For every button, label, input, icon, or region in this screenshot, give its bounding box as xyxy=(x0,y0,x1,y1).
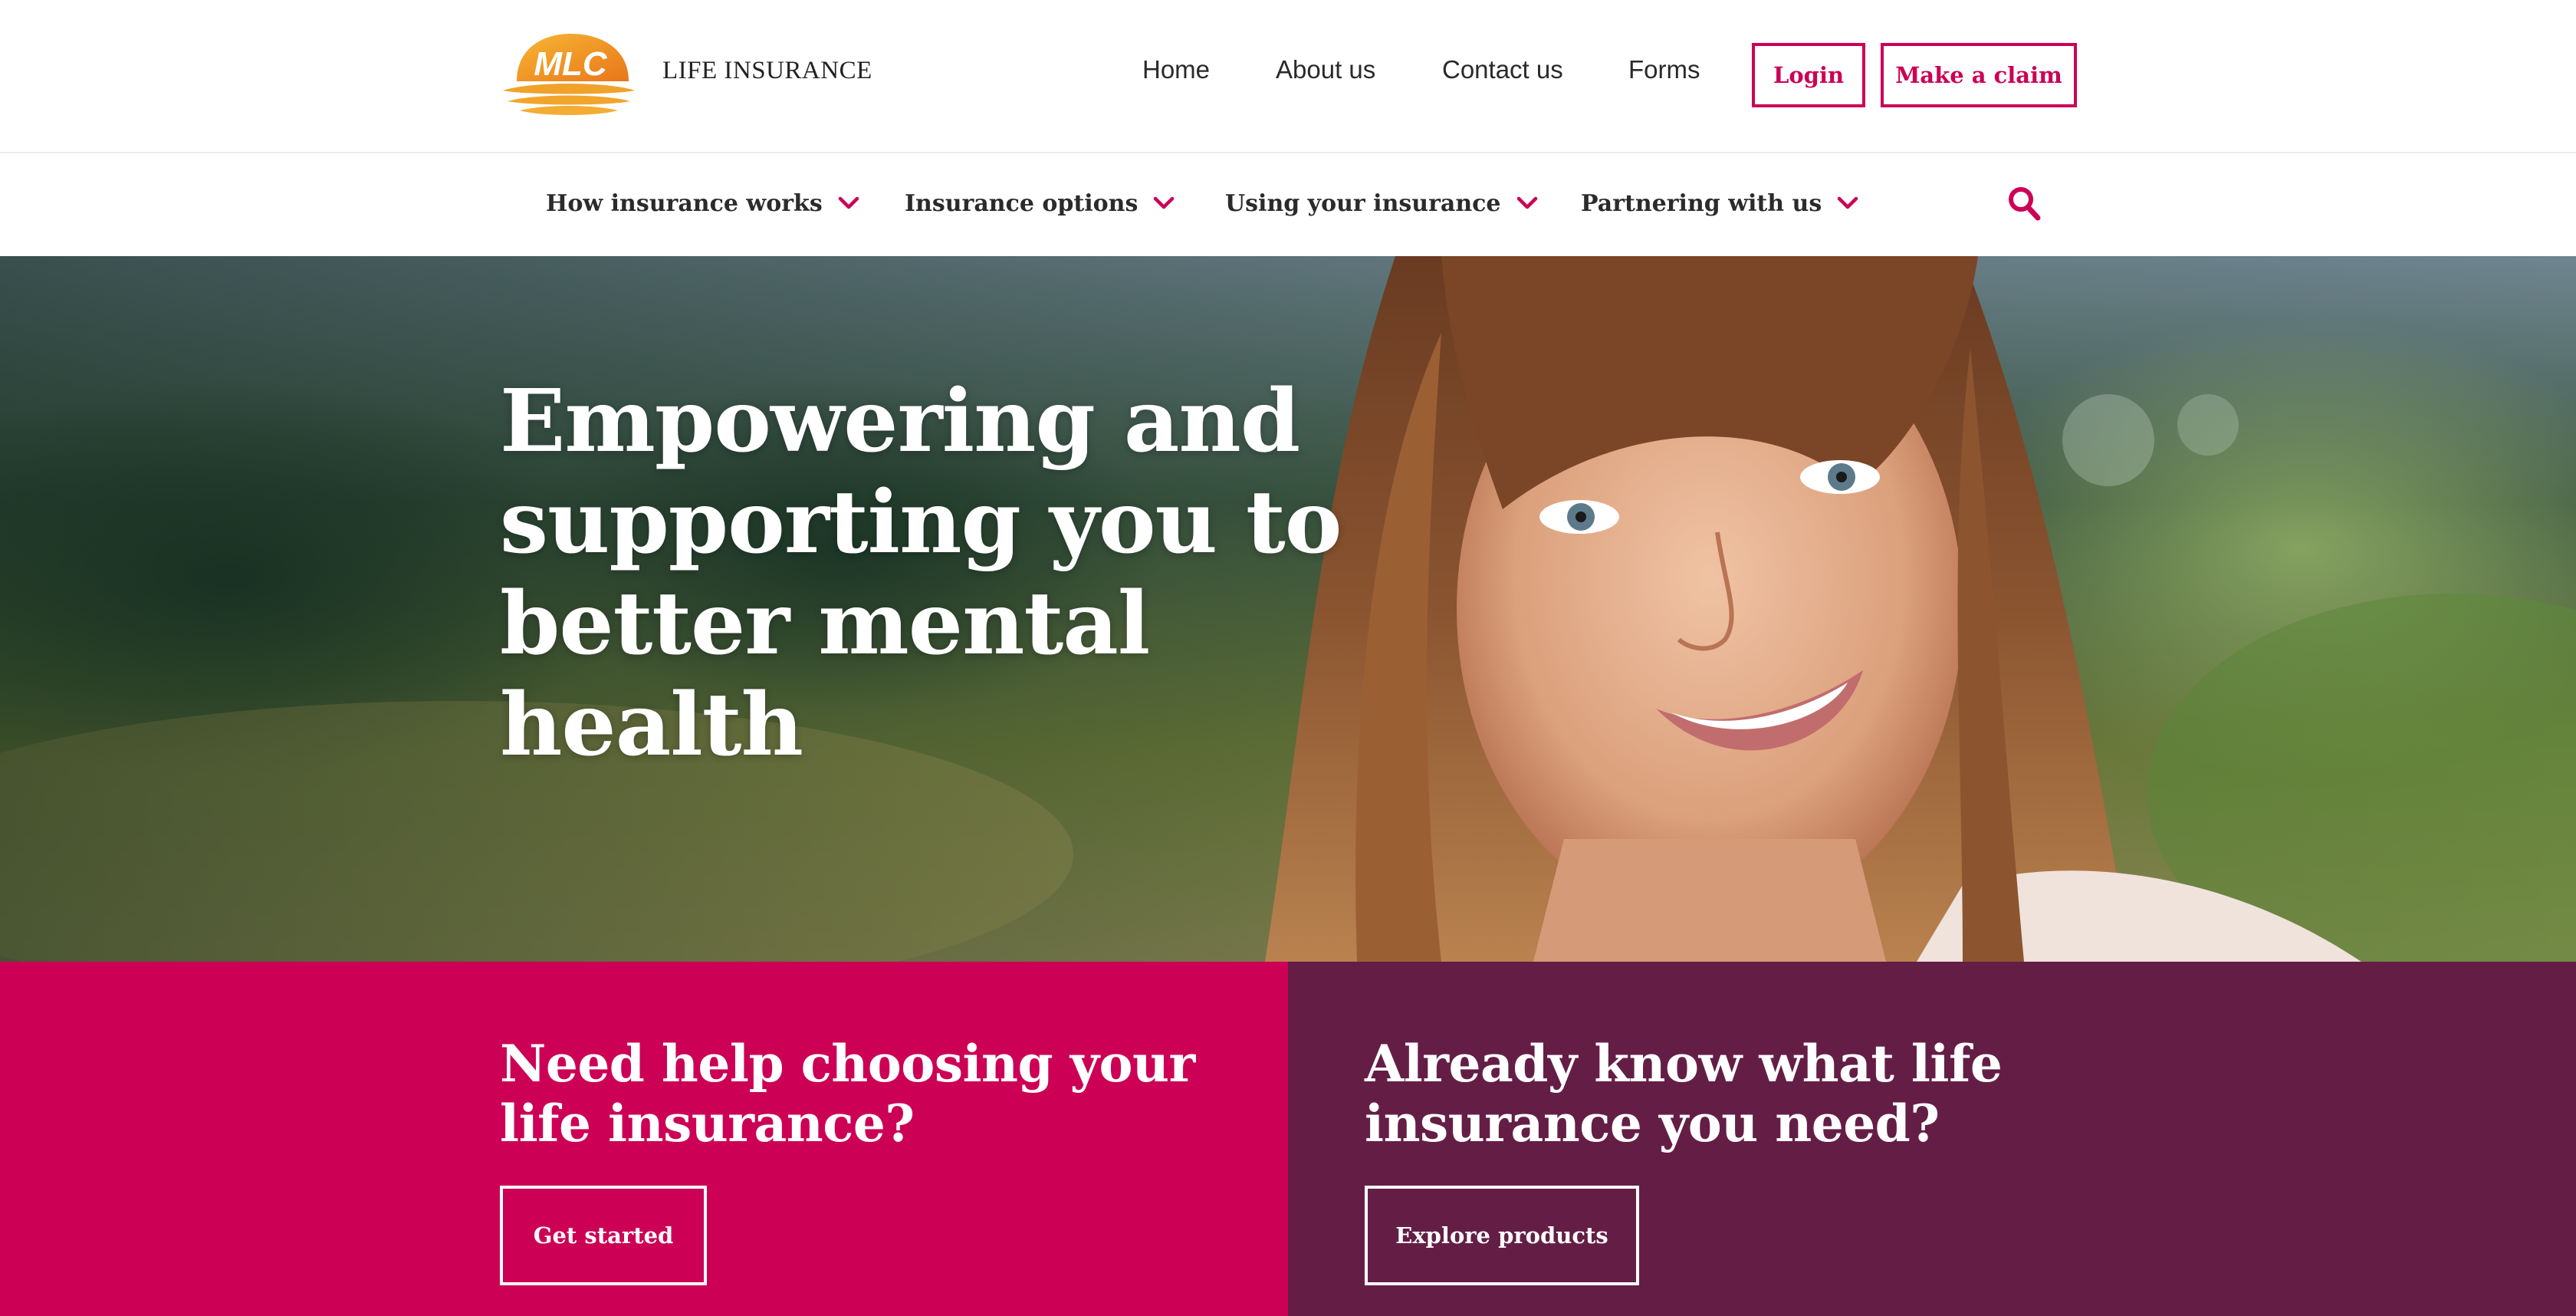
nav-link-about-us[interactable]: About us xyxy=(1276,55,1375,84)
chevron-down-icon xyxy=(1837,196,1858,209)
cta-title-already-know: Already know what life insurance you nee… xyxy=(1365,1034,2003,1153)
main-nav: How insurance works Insurance options Us… xyxy=(0,155,2576,256)
mlc-logo[interactable]: MLC xyxy=(500,31,638,123)
make-a-claim-button[interactable]: Make a claim xyxy=(1881,43,2077,107)
hero-title: Empowering and supporting you to better … xyxy=(500,371,1342,775)
login-button[interactable]: Login xyxy=(1752,43,1865,107)
top-header: MLC LIFE INSURANCE Home About us Contact… xyxy=(0,0,2576,153)
nav-item-label: How insurance works xyxy=(546,189,823,217)
cta-title-help-choosing: Need help choosing your life insurance? xyxy=(500,1034,1195,1153)
hero-banner: Empowering and supporting you to better … xyxy=(0,256,2576,962)
nav-item-label: Using your insurance xyxy=(1225,189,1501,217)
chevron-down-icon xyxy=(1516,196,1537,209)
nav-item-insurance-options[interactable]: Insurance options xyxy=(905,184,1175,222)
brand-text: LIFE INSURANCE xyxy=(662,57,872,84)
nav-item-partnering-with-us[interactable]: Partnering with us xyxy=(1581,184,1858,222)
explore-products-button[interactable]: Explore products xyxy=(1365,1186,1639,1285)
mlc-logo-graphic: MLC xyxy=(503,34,635,115)
chevron-down-icon xyxy=(838,196,859,209)
nav-item-label: Insurance options xyxy=(905,189,1138,217)
nav-item-using-your-insurance[interactable]: Using your insurance xyxy=(1225,184,1538,222)
cta-panel-help-choosing: Need help choosing your life insurance? … xyxy=(0,962,1288,1316)
svg-text:MLC: MLC xyxy=(534,45,608,83)
nav-item-how-insurance-works[interactable]: How insurance works xyxy=(546,184,859,222)
nav-link-home[interactable]: Home xyxy=(1142,55,1210,84)
nav-link-forms[interactable]: Forms xyxy=(1628,55,1700,84)
chevron-down-icon xyxy=(1154,196,1175,209)
nav-link-contact-us[interactable]: Contact us xyxy=(1442,55,1563,84)
search-icon xyxy=(2009,187,2041,221)
nav-item-label: Partnering with us xyxy=(1581,189,1822,217)
cta-panel-already-know: Already know what life insurance you nee… xyxy=(1288,962,2576,1316)
search-button[interactable] xyxy=(2007,186,2041,222)
get-started-button[interactable]: Get started xyxy=(500,1186,707,1285)
